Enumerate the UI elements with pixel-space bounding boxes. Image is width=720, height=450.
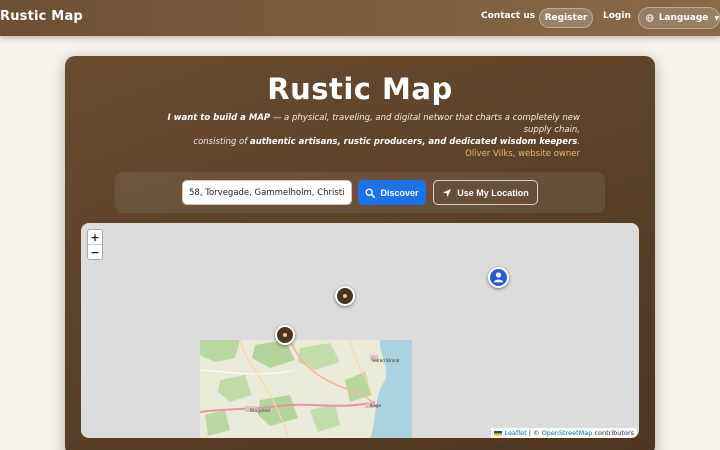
globe-icon [646,14,654,22]
artisan-map-marker[interactable] [275,325,295,345]
nav-register-button[interactable]: Register [539,8,593,28]
location-arrow-icon [443,188,452,197]
quote-emphasis: authentic artisans, rustic producers, an… [249,137,578,147]
hero-card: Rustic Map I want to build a MAP — a phy… [65,56,655,450]
search-panel: Discover Use My Location [115,172,605,213]
tile-label-ringsted: Ringsted [250,408,270,414]
zoom-control: + − [87,229,103,260]
map-tile-graphic: Ringsted Køge Solrød Strand [200,340,412,438]
brand-logo-text[interactable]: Rustic Map [0,9,83,24]
openstreetmap-link[interactable]: OpenStreetMap [542,429,593,437]
leaflet-link[interactable]: Leaflet [505,429,527,437]
use-my-location-button[interactable]: Use My Location [433,180,538,205]
attribution-tail: contributors [592,429,634,437]
quote-end: . [577,137,580,147]
attribution-separator: | © [526,429,542,437]
user-icon [493,272,504,283]
top-navbar: Rustic Map Contact us Register Login Lan… [0,0,720,36]
use-my-location-label: Use My Location [457,187,529,198]
map-tile: Ringsted Køge Solrød Strand [200,340,412,438]
address-search-input[interactable] [182,180,352,205]
map-view[interactable]: + − Ringsted Køge Solrød Strand Leaflet … [81,223,639,438]
tile-label-solrod: Solrød Strand [372,358,400,363]
discover-label: Discover [380,187,419,198]
caret-down-icon: ▼ [714,14,719,22]
map-attribution: Leaflet | © OpenStreetMap contributors [491,428,637,438]
user-location-marker[interactable] [488,267,509,288]
nav-login-link[interactable]: Login [603,11,631,21]
quote-author: Oliver Vilks, website owner [465,149,580,159]
discover-button[interactable]: Discover [358,180,426,205]
hero-title: Rustic Map [267,72,453,106]
zoom-in-button[interactable]: + [88,230,102,245]
ukraine-flag-icon [494,430,503,436]
artisan-map-marker[interactable] [335,286,355,306]
tile-label-koge: Køge [370,403,382,409]
language-label: Language [658,13,709,23]
mission-quote: I want to build a MAP — a physical, trav… [160,112,580,148]
search-icon [365,187,376,198]
quote-text-1: — a physical, traveling, and digital net… [270,113,580,135]
zoom-out-button[interactable]: − [88,245,102,259]
nav-contact-link[interactable]: Contact us [481,11,535,21]
language-dropdown[interactable]: Language ▼ [638,7,720,29]
quote-lead: I want to build a MAP [167,113,271,123]
quote-text-2: consisting of [193,137,250,147]
